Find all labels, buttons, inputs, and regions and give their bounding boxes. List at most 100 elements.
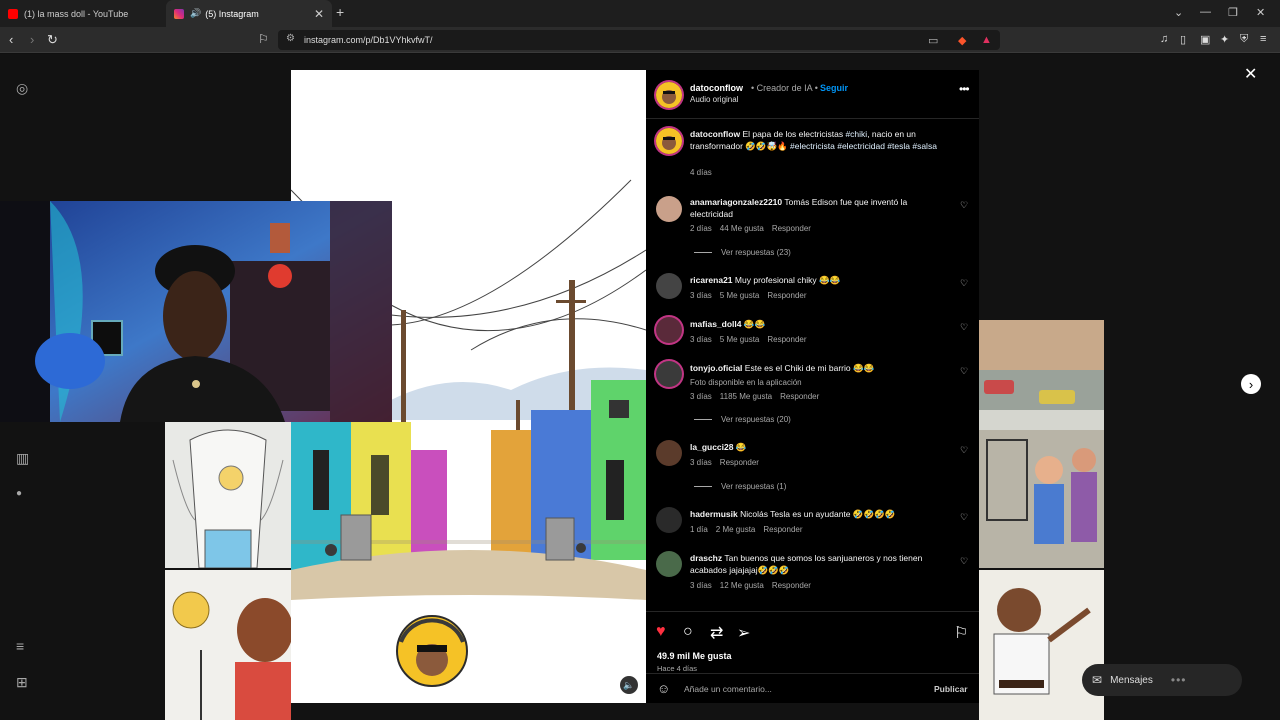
instagram-icon[interactable]: ◎: [16, 80, 28, 97]
avatar[interactable]: [656, 196, 682, 222]
brave-shield-icon[interactable]: ◆: [958, 34, 966, 47]
comment-username[interactable]: tonyjo.oficial: [690, 363, 742, 373]
bookmark-icon[interactable]: ⚐: [954, 623, 968, 643]
mute-button[interactable]: 🔈: [620, 676, 638, 694]
avatar[interactable]: [656, 128, 682, 154]
heart-icon[interactable]: ♡: [960, 322, 968, 333]
cast-icon[interactable]: ▭: [928, 34, 938, 47]
close-window-icon[interactable]: ✕: [1256, 6, 1265, 19]
heart-icon[interactable]: ♡: [960, 556, 968, 567]
heart-icon[interactable]: ♥: [656, 623, 666, 641]
view-replies[interactable]: Ver respuestas (20): [694, 415, 791, 424]
comment-likes[interactable]: 44 Me gusta: [720, 224, 764, 233]
comment-meta: 3 días 5 Me gusta Responder: [690, 291, 807, 300]
heart-icon[interactable]: ♡: [960, 512, 968, 523]
leo-icon[interactable]: ✦: [1220, 33, 1229, 46]
vpn-icon[interactable]: ⛨: [1240, 33, 1248, 46]
reply-button[interactable]: Responder: [767, 335, 806, 344]
emoji-icon[interactable]: ☺: [657, 681, 670, 696]
likes-count[interactable]: 49.9 mil Me gusta: [657, 651, 732, 661]
view-replies[interactable]: Ver respuestas (1): [694, 482, 786, 491]
heart-icon[interactable]: ♡: [960, 278, 968, 289]
tab-youtube[interactable]: (1) la mass doll - YouTube: [0, 0, 166, 27]
webcam-overlay: [0, 201, 392, 422]
avatar[interactable]: [656, 273, 682, 299]
background-post-thumbnail[interactable]: [165, 420, 291, 568]
heart-icon[interactable]: ♡: [960, 200, 968, 211]
menu-icon[interactable]: ≡: [1260, 33, 1266, 45]
more-icon: •••: [1170, 673, 1187, 687]
wallet-icon[interactable]: ▣: [1200, 33, 1210, 46]
comment-text: 😂😂: [743, 319, 766, 329]
more-menu-icon[interactable]: ≡: [16, 638, 24, 654]
reply-button[interactable]: Responder: [720, 458, 759, 467]
hashtag-link[interactable]: #electricista #electricidad #tesla #sals…: [790, 141, 937, 151]
chevron-right-icon: ›: [1248, 376, 1254, 392]
forward-icon[interactable]: ›: [30, 32, 34, 47]
audio-label[interactable]: Audio original: [690, 95, 738, 104]
media-icon[interactable]: ♫: [1160, 33, 1168, 45]
messages-button[interactable]: ✉ Mensajes •••: [1082, 664, 1242, 696]
avatar[interactable]: [656, 507, 682, 533]
avatar[interactable]: [656, 551, 682, 577]
hashtag-link[interactable]: #chiki: [845, 129, 867, 139]
cartoon-thumbnail: [165, 570, 291, 720]
publish-button[interactable]: Publicar: [934, 684, 968, 694]
reply-button[interactable]: Responder: [763, 525, 802, 534]
minimize-icon[interactable]: —: [1200, 6, 1211, 18]
close-icon[interactable]: ✕: [1244, 64, 1257, 84]
avatar[interactable]: [656, 361, 682, 387]
background-post-thumbnail[interactable]: [979, 570, 1104, 720]
comment-likes[interactable]: 5 Me gusta: [720, 335, 760, 344]
tab-instagram[interactable]: 🔊 (5) Instagram ✕: [166, 0, 332, 27]
reload-icon[interactable]: ↻: [47, 32, 58, 48]
avatar[interactable]: [656, 440, 682, 466]
more-icon[interactable]: •••: [959, 82, 970, 96]
comment-likes[interactable]: 1185 Me gusta: [720, 392, 772, 401]
back-icon[interactable]: ‹: [9, 32, 13, 47]
background-post-thumbnail[interactable]: [979, 320, 1104, 568]
share-icon[interactable]: ➢: [737, 623, 750, 643]
site-info-icon[interactable]: ⚙: [286, 33, 295, 44]
comment-likes[interactable]: 2 Me gusta: [716, 525, 756, 534]
avatar[interactable]: [656, 82, 682, 108]
apps-icon[interactable]: ⊞: [16, 674, 28, 691]
comment-icon[interactable]: ○: [683, 623, 693, 641]
comment-username[interactable]: ricarena21: [690, 275, 733, 285]
view-replies[interactable]: Ver respuestas (23): [694, 248, 791, 257]
insights-icon[interactable]: ▥: [16, 450, 29, 467]
maximize-icon[interactable]: ❐: [1228, 6, 1238, 19]
background-post-thumbnail[interactable]: [165, 570, 291, 720]
new-tab-button[interactable]: +: [336, 4, 344, 20]
follow-button[interactable]: Seguir: [820, 83, 848, 93]
reply-button[interactable]: Responder: [772, 224, 811, 233]
repost-icon[interactable]: ⇄: [710, 623, 723, 643]
reply-button[interactable]: Responder: [780, 392, 819, 401]
comment-username[interactable]: draschz: [690, 553, 722, 563]
close-tab-icon[interactable]: ✕: [314, 7, 324, 21]
comment-text: Nicolás Tesla es un ayudante 🤣🤣🤣🤣: [740, 509, 896, 519]
rewards-icon[interactable]: ▲: [981, 34, 992, 46]
heart-icon[interactable]: ♡: [960, 445, 968, 456]
comment-input[interactable]: Añade un comentario...: [684, 684, 772, 694]
comment-item: ricarena21 Muy profesional chiky 😂😂: [690, 274, 942, 286]
comment-username[interactable]: la_gucci28: [690, 442, 733, 452]
comment-username[interactable]: anamariagonzalez2210: [690, 197, 782, 207]
heart-icon[interactable]: ♡: [960, 366, 968, 377]
bookmark-page-icon[interactable]: ⚐: [258, 32, 269, 46]
reply-button[interactable]: Responder: [772, 581, 811, 590]
post-username[interactable]: datoconflow: [690, 83, 743, 93]
address-bar[interactable]: ⚙ instagram.com/p/Db1VYhkvfwT/ ▭ ◆ ▲: [278, 30, 1000, 50]
tab-list-icon[interactable]: ⌄: [1174, 6, 1183, 19]
comment-likes[interactable]: 5 Me gusta: [720, 291, 760, 300]
comment-username[interactable]: mafias_doll4: [690, 319, 742, 329]
reply-button[interactable]: Responder: [767, 291, 806, 300]
comment-likes[interactable]: 12 Me gusta: [720, 581, 764, 590]
sidebar-icon[interactable]: ▯: [1180, 33, 1186, 46]
avatar[interactable]: [656, 317, 682, 343]
next-post-button[interactable]: ›: [1241, 374, 1261, 394]
comment-username[interactable]: hadermusik: [690, 509, 738, 519]
comment-item: hadermusik Nicolás Tesla es un ayudante …: [690, 508, 942, 520]
caption-username[interactable]: datoconflow: [690, 129, 740, 139]
profile-icon[interactable]: ●: [16, 488, 22, 499]
